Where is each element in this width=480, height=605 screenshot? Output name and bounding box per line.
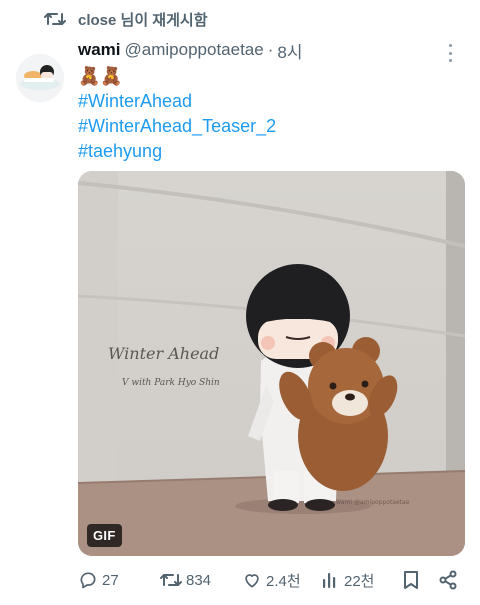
heart-icon xyxy=(242,570,262,590)
hashtag-link[interactable]: #WinterAhead xyxy=(78,89,458,114)
avatar[interactable] xyxy=(16,54,64,102)
bookmark-button[interactable] xyxy=(402,568,420,592)
hashtag-link[interactable]: #taehyung xyxy=(78,139,458,164)
views-icon xyxy=(322,571,340,589)
repost-count: 834 xyxy=(186,571,212,589)
reply-count: 27 xyxy=(102,571,119,589)
author-handle[interactable]: @amipoppotaetae xyxy=(125,40,264,60)
teddy-bear-emoji: 🧸🧸 xyxy=(78,66,123,86)
gif-badge[interactable]: GIF xyxy=(87,524,122,547)
repost-icon xyxy=(44,10,66,28)
gif-illustration: Winter Ahead V with Park Hyo Shin wami @… xyxy=(78,171,465,556)
watermark: wami @amipoppotaetae xyxy=(336,499,410,506)
tweet-text: 🧸🧸 #WinterAhead #WinterAhead_Teaser_2 #t… xyxy=(78,64,458,164)
repost-indicator[interactable]: close 님이 재게시함 xyxy=(44,8,208,30)
tweet-actions: 27 834 2.4천 22천 xyxy=(78,568,460,592)
reply-button[interactable]: 27 xyxy=(78,568,119,592)
wall-subtitle: V with Park Hyo Shin xyxy=(122,378,220,388)
share-icon xyxy=(438,570,458,590)
timestamp[interactable]: 8시 xyxy=(277,38,302,63)
separator: · xyxy=(267,40,274,59)
views-button[interactable]: 22천 xyxy=(322,568,375,592)
more-options-icon[interactable] xyxy=(442,44,458,62)
gif-media[interactable]: Winter Ahead V with Park Hyo Shin wami @… xyxy=(78,171,465,556)
reply-icon xyxy=(78,570,98,590)
bookmark-icon xyxy=(402,570,420,590)
views-count: 22천 xyxy=(344,572,375,590)
like-button[interactable]: 2.4천 xyxy=(242,568,301,592)
tweet-header: wami @amipoppotaetae · 8시 xyxy=(78,38,464,62)
like-count: 2.4천 xyxy=(266,572,301,590)
share-button[interactable] xyxy=(438,568,458,592)
repost-text: close 님이 재게시함 xyxy=(78,11,208,29)
wall-title: Winter Ahead xyxy=(108,344,219,363)
repost-icon xyxy=(160,571,182,589)
author-name[interactable]: wami xyxy=(78,40,121,60)
repost-button[interactable]: 834 xyxy=(160,568,211,592)
hashtag-link[interactable]: #WinterAhead_Teaser_2 xyxy=(78,114,458,139)
